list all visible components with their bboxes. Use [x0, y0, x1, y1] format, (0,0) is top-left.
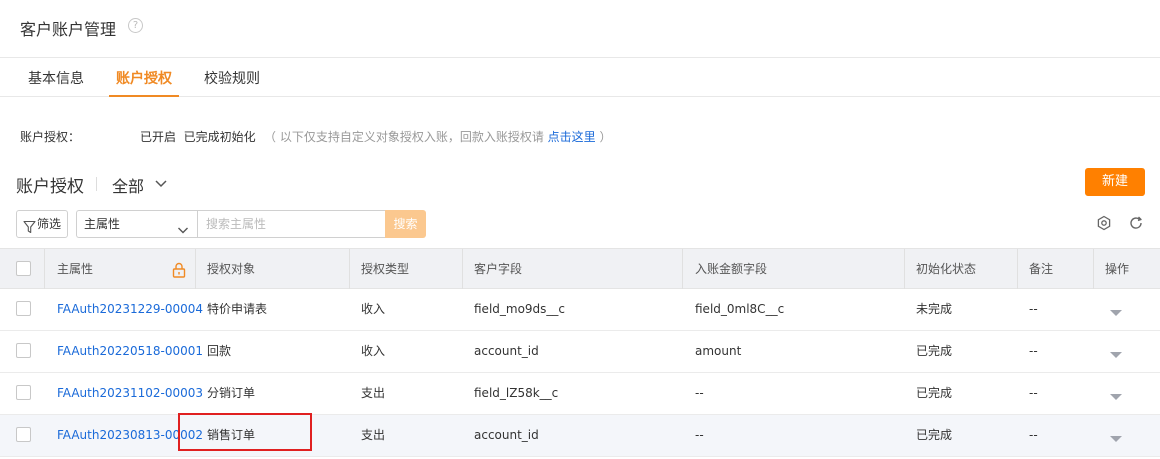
search-input[interactable] [197, 210, 387, 238]
amount-field: -- [695, 386, 704, 400]
record-id-link[interactable]: FAAuth20231102-00003 [57, 373, 203, 414]
select-all-checkbox[interactable] [16, 261, 31, 276]
column-header: 初始化状态 [916, 262, 977, 276]
tab-basic-info[interactable]: 基本信息 [28, 68, 84, 97]
column-header: 入账金额字段 [695, 262, 768, 276]
auth-hint: （ 以下仅支持自定义对象授权入账，回款入账授权请 点击这里 ） [264, 128, 611, 145]
page-header: 客户账户管理 ? [0, 0, 1160, 58]
caret-down-icon[interactable] [1110, 432, 1122, 447]
row-checkbox[interactable] [16, 385, 31, 400]
table-row[interactable]: FAAuth20230813-00002 销售订单 支出 account_id … [0, 415, 1160, 457]
filter-label: 筛选 [37, 217, 62, 231]
new-button[interactable]: 新建 [1085, 168, 1145, 196]
table-row[interactable]: FAAuth20231102-00003 分销订单 支出 field_lZ58k… [0, 373, 1160, 415]
column-header: 授权对象 [207, 262, 256, 276]
table-row[interactable]: FAAuth20231229-00004 特价申请表 收入 field_mo9d… [0, 289, 1160, 331]
tab-account-auth[interactable]: 账户授权 [109, 68, 179, 97]
auth-object: 分销订单 [207, 386, 256, 400]
column-divider [904, 249, 905, 289]
auth-hint-prefix: （ 以下仅支持自定义对象授权入账，回款入账授权请 [264, 130, 548, 144]
settings-icon[interactable] [1096, 215, 1112, 235]
column-header: 操作 [1105, 262, 1130, 276]
column-header: 授权类型 [361, 262, 410, 276]
auth-status: 已开启 已完成初始化 [140, 130, 256, 144]
auth-type: 支出 [361, 386, 386, 400]
highlight-annotation [178, 413, 312, 451]
column-divider [682, 249, 683, 289]
column-header: 备注 [1029, 262, 1054, 276]
column-divider [195, 249, 196, 289]
row-checkbox[interactable] [16, 301, 31, 316]
tab-bar: 基本信息 账户授权 校验规则 [0, 58, 1160, 97]
column-divider [1093, 249, 1094, 289]
caret-down-icon[interactable] [1110, 348, 1122, 363]
amount-field: field_0ml8C__c [695, 302, 785, 316]
remark: -- [1029, 386, 1038, 400]
column-divider [349, 249, 350, 289]
auth-hint-suffix: ） [595, 130, 612, 144]
funnel-icon [23, 217, 36, 243]
column-header: 主属性 [57, 262, 94, 276]
filter-button[interactable]: 筛选 [16, 210, 68, 238]
section-title: 账户授权 [16, 177, 84, 197]
customer-field: account_id [474, 428, 539, 442]
chevron-down-icon[interactable] [154, 176, 168, 194]
help-icon[interactable]: ? [128, 18, 143, 33]
column-divider [44, 249, 45, 289]
view-selector[interactable]: 全部 [112, 173, 144, 197]
customer-field: field_lZ58k__c [474, 386, 559, 400]
remark: -- [1029, 302, 1038, 316]
remark: -- [1029, 428, 1038, 442]
record-id-link[interactable]: FAAuth20231229-00004 [57, 289, 203, 330]
auth-type: 支出 [361, 428, 386, 442]
auth-info-label: 账户授权： [20, 130, 81, 144]
table-header: 主属性 授权对象 授权类型 客户字段 入账金额字段 初始化状态 备注 操作 [0, 248, 1160, 289]
click-here-link[interactable]: 点击这里 [548, 130, 596, 144]
init-status: 已完成 [916, 428, 953, 442]
customer-field: field_mo9ds__c [474, 302, 566, 316]
auth-type: 收入 [361, 344, 386, 358]
lock-icon [172, 262, 186, 282]
caret-down-icon[interactable] [1110, 390, 1122, 405]
init-status: 未完成 [916, 302, 953, 316]
column-divider [1017, 249, 1018, 289]
caret-down-icon[interactable] [1110, 306, 1122, 321]
search-button[interactable]: 搜索 [385, 210, 426, 238]
search-field-value: 主属性 [84, 217, 121, 231]
row-checkbox[interactable] [16, 343, 31, 358]
customer-field: account_id [474, 344, 539, 358]
auth-object: 回款 [207, 344, 232, 358]
title-divider [96, 177, 97, 191]
column-header: 客户字段 [474, 262, 523, 276]
auth-object: 特价申请表 [207, 302, 268, 316]
column-divider [462, 249, 463, 289]
tab-validation-rules[interactable]: 校验规则 [204, 68, 260, 97]
auth-type: 收入 [361, 302, 386, 316]
amount-field: -- [695, 428, 704, 442]
search-field-select[interactable]: 主属性 [76, 210, 198, 238]
table-row[interactable]: FAAuth20220518-00001 回款 收入 account_id am… [0, 331, 1160, 373]
row-checkbox[interactable] [16, 427, 31, 442]
remark: -- [1029, 344, 1038, 358]
auth-info: 账户授权： 已开启 已完成初始化 （ 以下仅支持自定义对象授权入账，回款入账授权… [20, 128, 820, 146]
record-id-link[interactable]: FAAuth20220518-00001 [57, 331, 203, 372]
page-title: 客户账户管理 [20, 20, 117, 39]
amount-field: amount [695, 344, 742, 358]
init-status: 已完成 [916, 344, 953, 358]
init-status: 已完成 [916, 386, 953, 400]
chevron-down-icon [177, 219, 189, 245]
refresh-icon[interactable] [1128, 215, 1144, 235]
